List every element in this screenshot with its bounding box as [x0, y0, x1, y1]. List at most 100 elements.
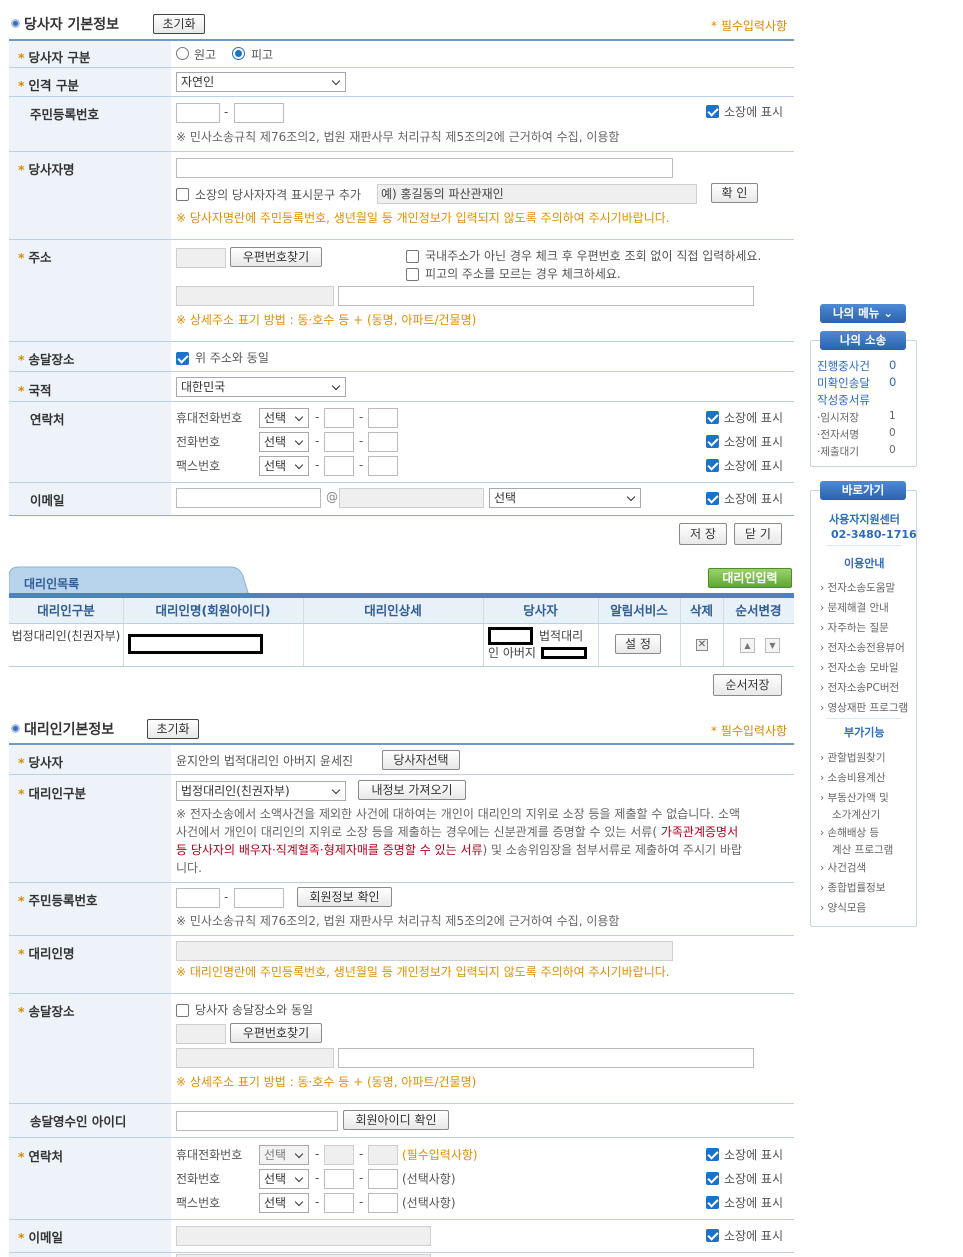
sidebar-link-forms[interactable]: › 양식모음: [820, 900, 866, 915]
agent-fax-mid-input[interactable]: [324, 1193, 354, 1213]
agent-zipcode-input[interactable]: [176, 1024, 226, 1044]
my-case-tab[interactable]: 나의 소송: [820, 331, 906, 350]
sidebar-item-e-sign[interactable]: ·전자서명: [817, 427, 859, 442]
agent-reset-button[interactable]: 초기화: [147, 719, 199, 739]
agent-zipcode-search-button[interactable]: 우편번호찾기: [230, 1023, 322, 1043]
agent-mobile-mid-input[interactable]: [324, 1145, 354, 1165]
sidebar-link-property[interactable]: › 부동산가액 및: [820, 790, 889, 805]
rrn-front-input[interactable]: [176, 103, 220, 123]
agent-email-show-checkbox[interactable]: [706, 1229, 719, 1242]
mobile-prefix-select[interactable]: 선택: [259, 408, 309, 428]
sidebar-link-troubleshoot[interactable]: › 문제해결 안내: [820, 600, 889, 615]
agent-phone-prefix-select[interactable]: 선택: [259, 1169, 309, 1189]
agent-email-input[interactable]: [176, 1226, 431, 1246]
agent-type-note-4: 니다.: [176, 861, 202, 875]
qualification-input[interactable]: 예) 홍길동의 파산관재인: [377, 184, 697, 204]
sidebar-link-faq[interactable]: › 자주하는 질문: [820, 620, 889, 635]
agent-phone-mid-input[interactable]: [324, 1169, 354, 1189]
select-party-button[interactable]: 당사자선택: [382, 750, 460, 770]
agent-address-detail-input[interactable]: [338, 1048, 754, 1068]
confirm-button[interactable]: 확 인: [711, 183, 758, 203]
phone-last-input[interactable]: [368, 432, 398, 452]
zipcode-search-button[interactable]: 우편번호찾기: [230, 247, 322, 267]
same-as-party-checkbox[interactable]: [176, 1004, 189, 1017]
agent-mobile-show-checkbox[interactable]: [706, 1148, 719, 1161]
reset-button[interactable]: 초기화: [153, 14, 205, 34]
foreign-address-checkbox[interactable]: [406, 250, 419, 263]
phone-prefix-select[interactable]: 선택: [259, 432, 309, 452]
person-type-select[interactable]: 자연인: [176, 72, 346, 92]
agent-fax-prefix-select[interactable]: 선택: [259, 1193, 309, 1213]
load-my-info-button[interactable]: 내정보 가져오기: [358, 780, 466, 800]
radio-defendant[interactable]: [232, 47, 245, 60]
fax-mid-input[interactable]: [324, 456, 354, 476]
radio-plaintiff[interactable]: [176, 47, 189, 60]
sidebar-link-help[interactable]: › 전자소송도움말: [820, 580, 895, 595]
email-id-input[interactable]: [176, 488, 321, 508]
email-domain-input[interactable]: [339, 488, 484, 508]
move-down-icon[interactable]: ▼: [765, 638, 780, 653]
move-up-icon[interactable]: ▲: [740, 638, 755, 653]
fax-show-checkbox[interactable]: [706, 459, 719, 472]
nationality-select[interactable]: 대한민국: [176, 377, 346, 397]
sidebar-link-mobile[interactable]: › 전자소송 모바일: [820, 660, 899, 675]
unknown-address-checkbox[interactable]: [406, 268, 419, 281]
sidebar-link-video[interactable]: › 영상재판 프로그램: [820, 700, 908, 715]
agent-phone-show-checkbox[interactable]: [706, 1172, 719, 1185]
add-agent-button[interactable]: 대리인입력: [708, 568, 792, 588]
my-menu-button[interactable]: 나의 메뉴 ⌄: [820, 304, 906, 323]
agent-phone-last-input[interactable]: [368, 1169, 398, 1189]
email-domain-select[interactable]: 선택: [489, 488, 641, 508]
shortcut-tab[interactable]: 바로가기: [820, 481, 906, 500]
agent-rrn-back-input[interactable]: [234, 888, 284, 908]
party-name-input[interactable]: [176, 158, 673, 178]
sidebar-link-pc[interactable]: › 전자소송PC버전: [820, 680, 899, 695]
save-button[interactable]: 저 장: [679, 523, 727, 545]
agent-mobile-last-input[interactable]: [368, 1145, 398, 1165]
support-center-link[interactable]: 사용자지원센터: [829, 511, 900, 527]
order-save-button[interactable]: 순서저장: [713, 674, 782, 696]
sidebar-link-viewer[interactable]: › 전자소송전용뷰어: [820, 640, 905, 655]
email-show-checkbox[interactable]: [706, 492, 719, 505]
agent-list-tab[interactable]: 대리인목록: [24, 575, 79, 592]
phone-show-checkbox[interactable]: [706, 435, 719, 448]
mobile-show-checkbox[interactable]: [706, 411, 719, 424]
qualification-checkbox[interactable]: [176, 188, 189, 201]
address-main-input[interactable]: [176, 286, 334, 306]
receiver-id-input[interactable]: [176, 1111, 338, 1131]
sidebar-item-drafts[interactable]: 작성중서류: [817, 392, 870, 408]
zipcode-input[interactable]: [176, 248, 226, 268]
sidebar-item-unread-delivery[interactable]: 미확인송달: [817, 375, 870, 391]
address-detail-input[interactable]: [338, 286, 754, 306]
mobile-mid-input[interactable]: [324, 408, 354, 428]
close-button[interactable]: 닫 기: [734, 523, 782, 545]
sidebar-item-in-progress[interactable]: 진행중사건: [817, 358, 870, 374]
sidebar-link-case-search[interactable]: › 사건검색: [820, 860, 866, 875]
sidebar-link-property-2[interactable]: 소가계산기: [832, 807, 880, 822]
sidebar-item-temp-save[interactable]: ·임시저장: [817, 410, 859, 425]
agent-fax-last-input[interactable]: [368, 1193, 398, 1213]
agent-type-select[interactable]: 법정대리인(친권자부): [176, 781, 346, 801]
fax-last-input[interactable]: [368, 456, 398, 476]
agent-mobile-prefix-select[interactable]: 선택: [259, 1145, 309, 1165]
same-address-checkbox[interactable]: [176, 352, 189, 365]
rrn-back-input[interactable]: [234, 103, 284, 123]
fax-prefix-select[interactable]: 선택: [259, 456, 309, 476]
mobile-last-input[interactable]: [368, 408, 398, 428]
agent-address-main-input[interactable]: [176, 1048, 334, 1068]
phone-mid-input[interactable]: [324, 432, 354, 452]
agent-name-input[interactable]: [176, 941, 673, 961]
agent-fax-show-checkbox[interactable]: [706, 1196, 719, 1209]
sidebar-link-damages[interactable]: › 손해배상 등: [820, 825, 879, 840]
rrn-show-checkbox[interactable]: [706, 105, 719, 118]
sidebar-link-cost-calc[interactable]: › 소송비용계산: [820, 770, 886, 785]
alert-setting-button[interactable]: 설 정: [615, 634, 661, 654]
member-id-check-button[interactable]: 회원아이디 확인: [343, 1110, 449, 1130]
sidebar-link-damages-2[interactable]: 계산 프로그램: [832, 842, 893, 857]
member-info-check-button[interactable]: 회원정보 확인: [297, 887, 392, 907]
agent-rrn-front-input[interactable]: [176, 888, 220, 908]
sidebar-link-legal-info[interactable]: › 종합법률정보: [820, 880, 886, 895]
delete-icon[interactable]: ✕: [696, 639, 708, 651]
sidebar-link-court-finder[interactable]: › 관할법원찾기: [820, 750, 886, 765]
sidebar-item-pending[interactable]: ·제출대기: [817, 444, 859, 459]
